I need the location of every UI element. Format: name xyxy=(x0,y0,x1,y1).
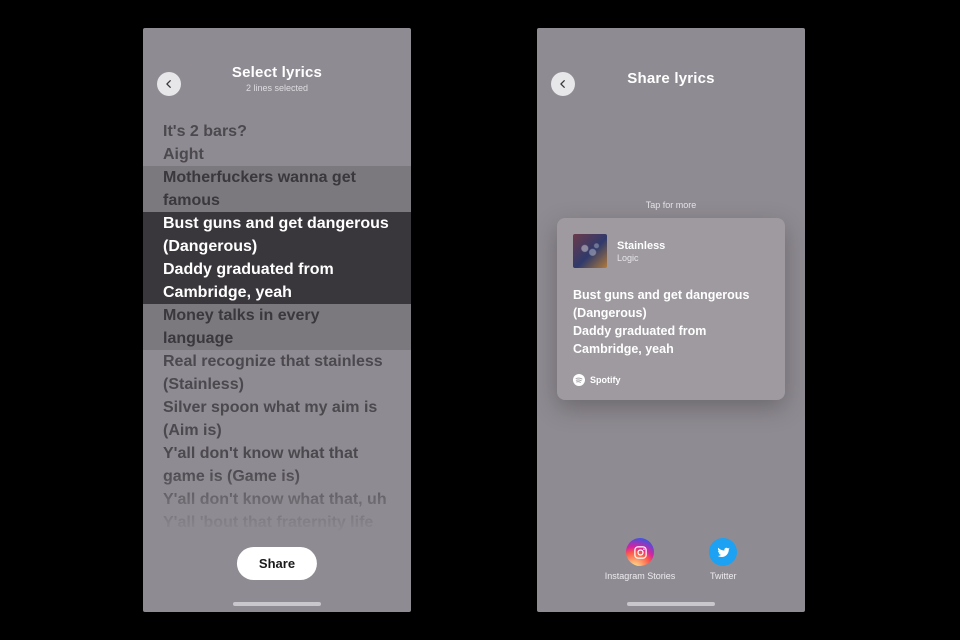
page-title: Select lyrics xyxy=(232,64,322,81)
home-indicator xyxy=(627,602,715,606)
selection-count: 2 lines selected xyxy=(232,83,322,93)
home-indicator xyxy=(233,602,321,606)
share-card[interactable]: Stainless Logic Bust guns and get danger… xyxy=(557,218,785,400)
spotify-attribution: Spotify xyxy=(573,374,769,386)
lyric-line[interactable]: Motherfuckers wanna get famous xyxy=(143,166,411,212)
select-lyrics-screen: Select lyrics 2 lines selected It's 2 ba… xyxy=(143,28,411,612)
brand-label: Spotify xyxy=(590,375,621,385)
lyric-line-selected[interactable]: Bust guns and get dangerous (Dangerous) xyxy=(143,212,411,258)
instagram-icon xyxy=(633,545,648,560)
share-target-twitter[interactable]: Twitter xyxy=(709,538,737,582)
tap-for-more-hint[interactable]: Tap for more xyxy=(537,200,805,210)
share-target-label: Instagram Stories xyxy=(605,571,676,582)
lyric-line[interactable]: Y'all don't know what that, uh xyxy=(143,488,411,511)
lyric-line-selected[interactable]: Daddy graduated from Cambridge, yeah xyxy=(143,258,411,304)
lyric-line[interactable]: It's 2 bars? xyxy=(143,120,411,143)
track-title: Stainless xyxy=(617,240,665,252)
header: Select lyrics 2 lines selected xyxy=(143,28,411,100)
back-button[interactable] xyxy=(551,72,575,96)
chevron-left-icon xyxy=(164,79,174,89)
spotify-icon xyxy=(573,374,585,386)
share-targets: Instagram Stories Twitter xyxy=(537,538,805,582)
back-button[interactable] xyxy=(157,72,181,96)
lyric-line[interactable]: Aight xyxy=(143,143,411,166)
lyrics-list[interactable]: It's 2 bars? Aight Motherfuckers wanna g… xyxy=(143,120,411,560)
page-title: Share lyrics xyxy=(627,70,714,87)
share-button[interactable]: Share xyxy=(237,547,317,580)
artist-name: Logic xyxy=(617,253,665,263)
twitter-icon xyxy=(716,545,731,560)
share-target-instagram[interactable]: Instagram Stories xyxy=(605,538,676,582)
lyric-line[interactable]: Y'all 'bout that fraternity life xyxy=(143,511,411,534)
lyric-line[interactable]: Y'all don't know what that game is (Game… xyxy=(143,442,411,488)
share-target-label: Twitter xyxy=(710,571,737,582)
album-art xyxy=(573,234,607,268)
header: Share lyrics xyxy=(537,28,805,100)
lyric-line[interactable]: Silver spoon what my aim is (Aim is) xyxy=(143,396,411,442)
lyric-line[interactable]: Money talks in every language xyxy=(143,304,411,350)
lyric-line[interactable]: Real recognize that stainless (Stainless… xyxy=(143,350,411,396)
share-lyrics-screen: Share lyrics Tap for more Stainless Logi… xyxy=(537,28,805,612)
card-lyrics-text: Bust guns and get dangerous (Dangerous) … xyxy=(573,286,769,358)
chevron-left-icon xyxy=(558,79,568,89)
